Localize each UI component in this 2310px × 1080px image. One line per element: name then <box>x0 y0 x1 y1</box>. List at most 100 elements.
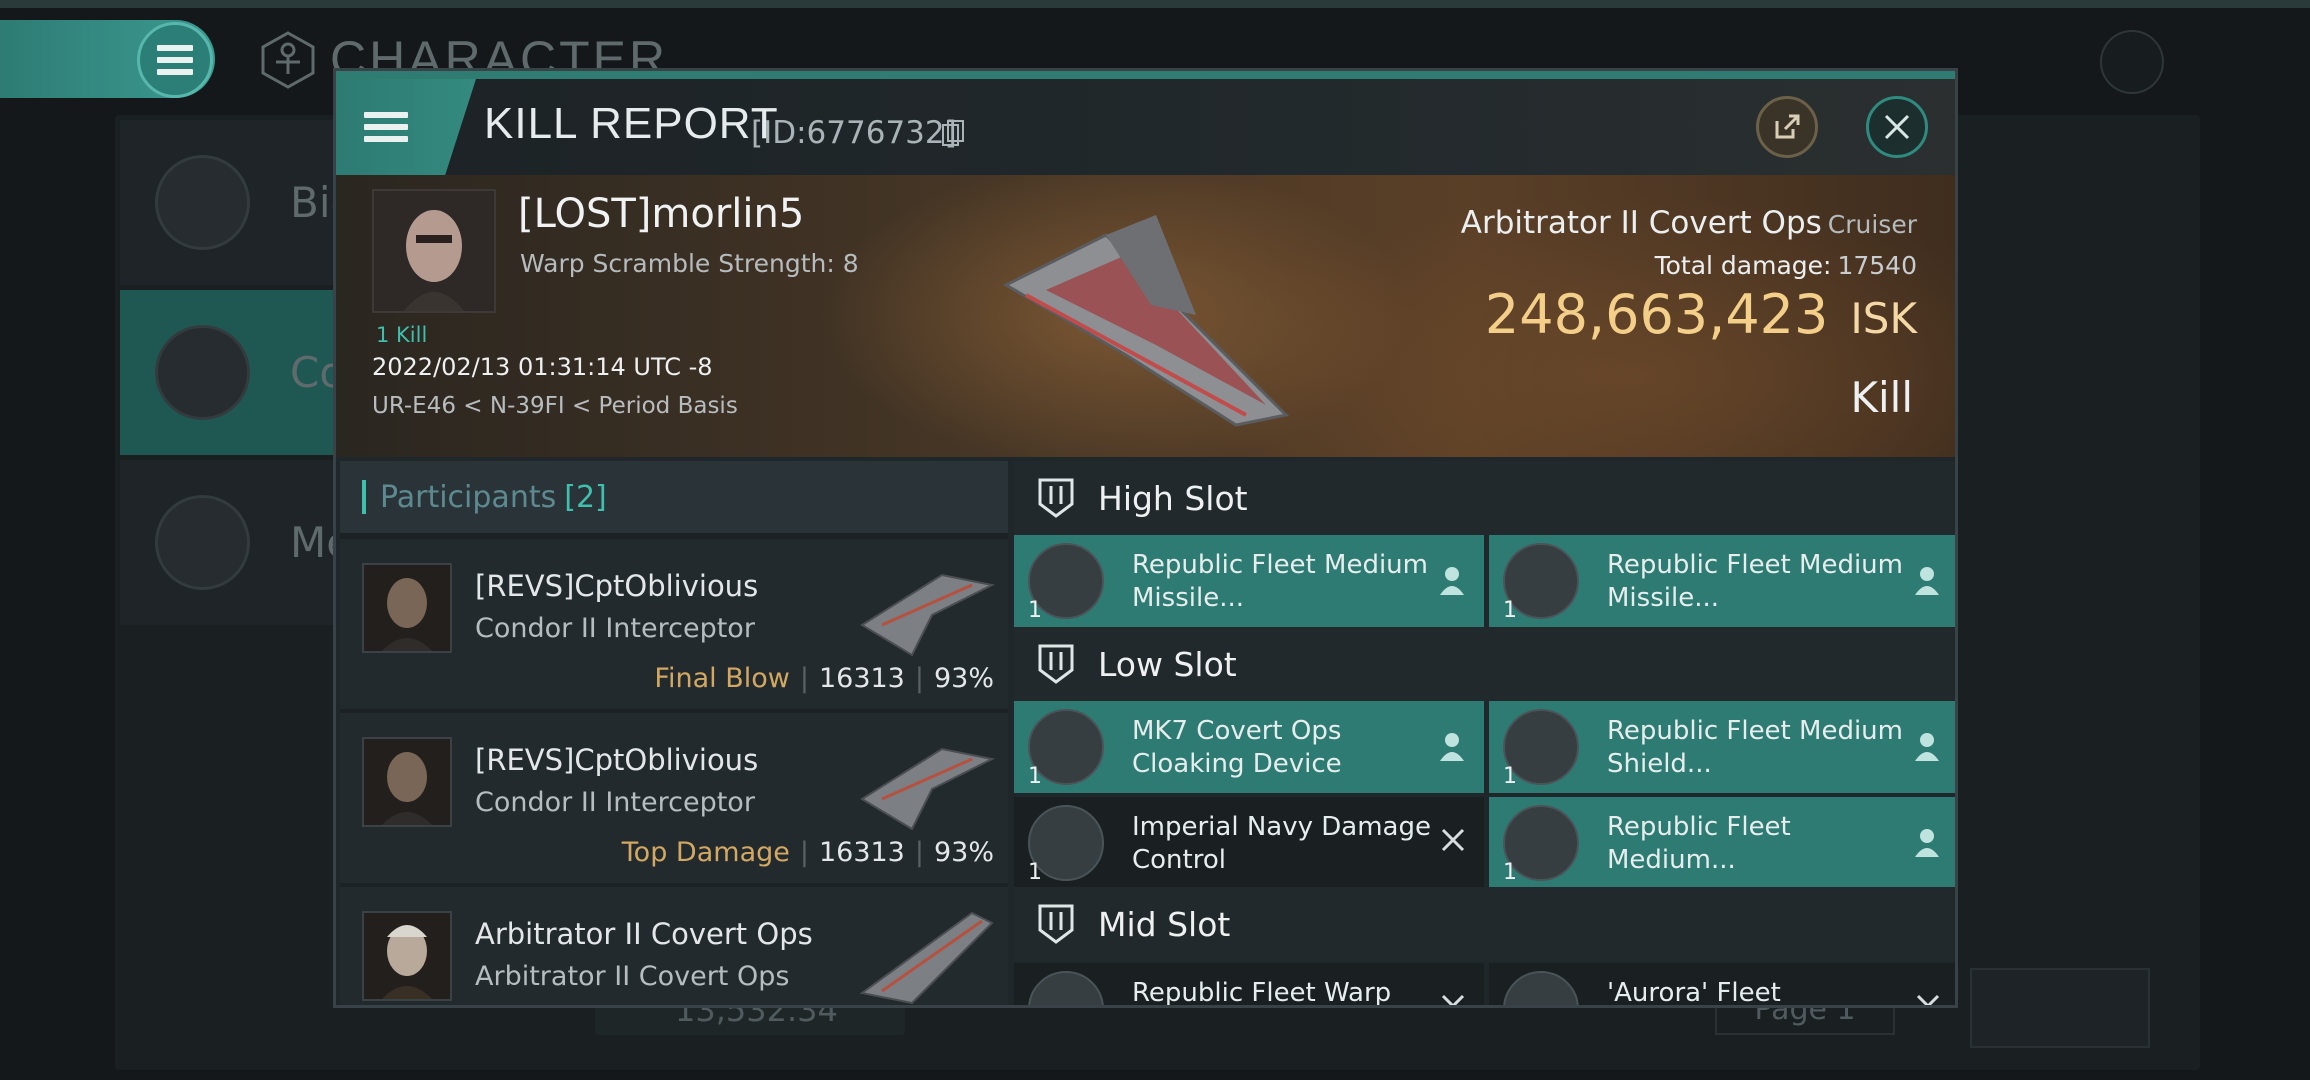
module-name: Republic Fleet Medium Shield... <box>1607 716 1903 779</box>
low-slot-header: Low Slot <box>1014 627 1955 701</box>
victim-portrait[interactable] <box>372 189 496 313</box>
module-name: Republic Fleet Medium... <box>1607 812 1791 875</box>
participant-damage: 16313 <box>818 663 905 694</box>
module-item[interactable]: 1 Imperial Navy Damage Control <box>1014 797 1484 889</box>
participant-ship: Condor II Interceptor <box>475 613 755 644</box>
module-name: 'Aurora' Fleet <box>1607 978 1781 1008</box>
low-slot-icon <box>1038 644 1074 684</box>
slot-label: Low Slot <box>1098 644 1237 684</box>
high-slot-header: High Slot <box>1014 461 1955 535</box>
destroyed-icon <box>1441 828 1465 852</box>
character-icon <box>261 31 315 89</box>
swords-icon <box>155 325 250 420</box>
mid-slot-icon <box>1038 904 1074 944</box>
participant-percent: 93% <box>933 837 994 868</box>
participant-row[interactable]: Arbitrator II Covert Ops Arbitrator II C… <box>340 887 1008 1005</box>
avatar <box>374 191 494 311</box>
module-item[interactable]: 1 Republic Fleet Medium Missile... <box>1014 535 1484 627</box>
isk-value: 248,663,423 ISK <box>1485 283 1917 346</box>
report-type: Kill <box>1850 373 1913 422</box>
module-item[interactable]: 1 Republic Fleet Medium Missile... <box>1489 535 1955 627</box>
window-header: KILL REPORT [ID:6776732] <box>336 79 1955 175</box>
total-damage-label: Total damage: <box>1654 251 1832 280</box>
participant-tag: Top Damage <box>621 837 790 868</box>
module-qty: 1 <box>1503 860 1517 885</box>
participants-count: [2] <box>564 479 607 515</box>
module-qty: 1 <box>1503 598 1517 623</box>
victim-name[interactable]: [LOST]morlin5 <box>518 191 804 237</box>
participants-header: Participants [2] <box>340 461 1008 533</box>
victim-ship[interactable]: Arbitrator II Covert Ops Cruiser <box>1461 205 1917 241</box>
filter-button[interactable] <box>1970 968 2150 1048</box>
module-qty: 1 <box>1028 764 1042 789</box>
warp-disruptor-icon <box>1028 971 1104 1005</box>
slot-label: High Slot <box>1098 478 1248 518</box>
participant-row[interactable]: [REVS]CptOblivious Condor II Interceptor… <box>340 713 1008 883</box>
avatar <box>362 737 452 827</box>
module-item[interactable]: 1 'Aurora' Fleet <box>1489 963 1955 1008</box>
avatar <box>362 911 452 1001</box>
bio-icon <box>155 155 250 250</box>
module-item[interactable]: 1 Republic Fleet Medium Shield... <box>1489 701 1955 793</box>
victim-banner: [LOST]morlin5 Warp Scramble Strength: 8 … <box>336 175 1955 457</box>
destroyed-icon <box>1441 994 1465 1005</box>
ship-image <box>1002 215 1290 427</box>
pilot-icon <box>1915 567 1939 595</box>
share-button[interactable] <box>1756 96 1818 158</box>
window-title: KILL REPORT <box>484 99 779 148</box>
pilot-icon <box>1440 567 1464 595</box>
screen-close-button[interactable] <box>2100 30 2164 94</box>
share-icon <box>1775 114 1800 139</box>
kill-count: 1 Kill <box>376 323 428 347</box>
module-name: Republic Fleet Medium Missile... <box>1607 550 1903 613</box>
total-damage: Total damage: 17540 <box>1655 251 1917 280</box>
menu-icon <box>157 45 193 75</box>
participant-name: [REVS]CptOblivious <box>475 569 759 603</box>
ship-image <box>860 747 996 831</box>
module-name: Republic Fleet Medium Missile... <box>1132 550 1428 613</box>
module-qty: 1 <box>1503 764 1517 789</box>
total-damage-value: 17540 <box>1837 251 1917 280</box>
ship-image <box>860 573 996 657</box>
participants-panel: Participants [2] [REVS]CptOblivious Cond… <box>340 461 1008 1005</box>
participant-percent: 93% <box>933 663 994 694</box>
copy-icon[interactable] <box>941 119 965 147</box>
participant-stats: Top Damage | 16313 | 93% <box>621 837 994 868</box>
participant-row[interactable]: [REVS]CptOblivious Condor II Interceptor… <box>340 539 1008 709</box>
participants-label: Participants <box>380 479 557 515</box>
module-item[interactable]: 1 Republic Fleet Warp <box>1014 963 1484 1008</box>
avatar <box>362 563 452 653</box>
module-name: Republic Fleet Warp <box>1132 978 1392 1008</box>
module-item[interactable]: 1 MK7 Covert Ops Cloaking Device <box>1014 701 1484 793</box>
module-item[interactable]: 1 Republic Fleet Medium... <box>1489 797 1955 889</box>
high-slot-icon <box>1038 478 1074 518</box>
menu-icon <box>364 112 408 142</box>
warp-scramble-strength: Warp Scramble Strength: 8 <box>520 249 859 278</box>
ship-image <box>859 911 994 1005</box>
isk-unit: ISK <box>1850 294 1917 343</box>
window-menu-button[interactable] <box>336 79 476 175</box>
mid-slot-header: Mid Slot <box>1014 887 1955 961</box>
participant-stats: Final Blow | 16313 | 93% <box>654 663 994 694</box>
participant-damage: 16313 <box>818 837 905 868</box>
star-icon <box>155 495 250 590</box>
isk-amount: 248,663,423 <box>1484 283 1829 346</box>
ship-name: Arbitrator II Covert Ops <box>1460 205 1822 241</box>
participant-name: Arbitrator II Covert Ops <box>475 917 813 951</box>
module-qty: 1 <box>1028 860 1042 885</box>
report-id: [ID:6776732] <box>751 115 957 151</box>
participant-tag: Final Blow <box>654 663 790 694</box>
module-name: Imperial Navy Damage Control <box>1132 812 1431 875</box>
main-menu-button[interactable] <box>137 22 213 98</box>
fitting-panel: High Slot 1 Republic Fleet Medium Missil… <box>1014 461 1955 1008</box>
slot-label: Mid Slot <box>1098 904 1231 944</box>
module-name: MK7 Covert Ops Cloaking Device <box>1132 716 1342 779</box>
kill-datetime: 2022/02/13 01:31:14 UTC -8 <box>372 353 713 381</box>
kill-location[interactable]: UR-E46 < N-39FI < Period Basis <box>372 393 738 419</box>
participant-ship: Arbitrator II Covert Ops <box>475 961 790 992</box>
destroyed-icon <box>1916 994 1940 1005</box>
close-icon <box>1884 114 1910 140</box>
top-bar <box>0 0 2310 8</box>
close-button[interactable] <box>1866 96 1928 158</box>
kill-report-window: KILL REPORT [ID:6776732] [LOST]morlin5 W… <box>333 68 1958 1008</box>
